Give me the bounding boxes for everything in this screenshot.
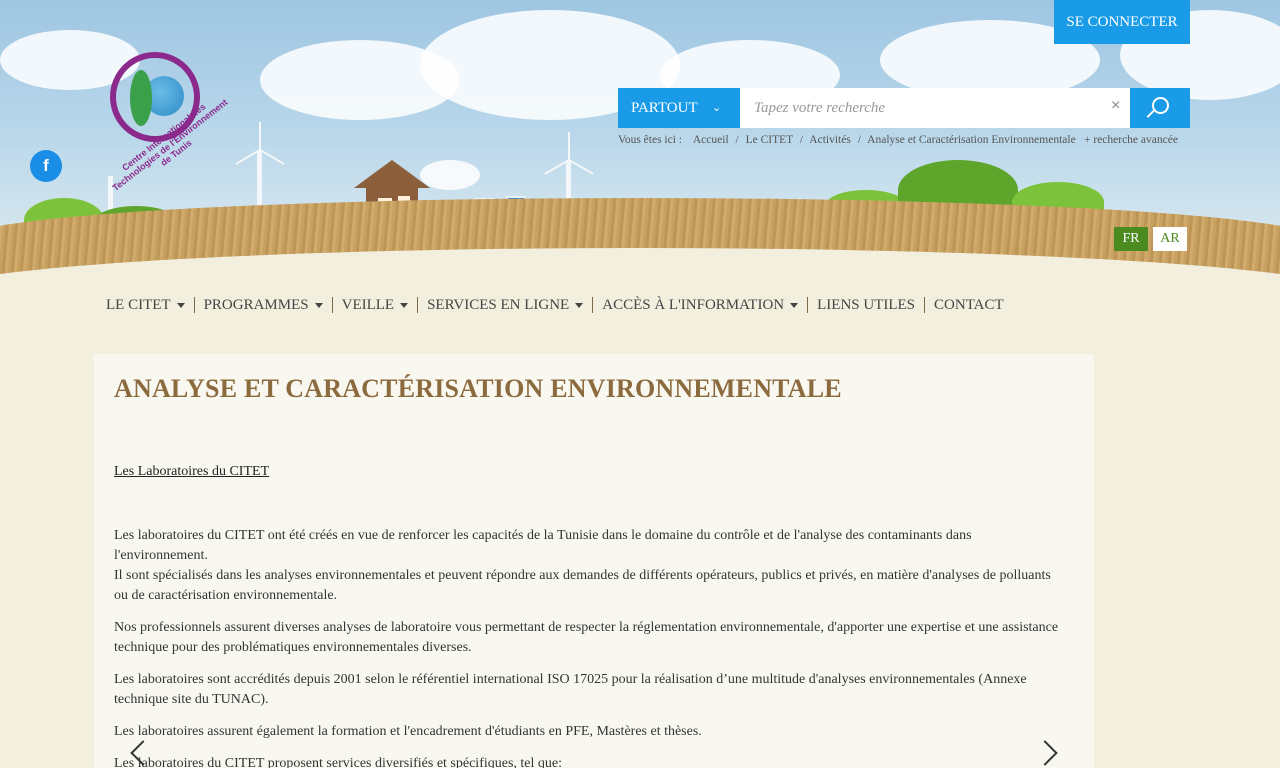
paragraph-intro: Les laboratoires du CITET ont été créés … <box>114 528 972 563</box>
nav-item-programmes[interactable]: PROGRAMMES <box>198 297 329 314</box>
search-icon <box>1152 97 1169 114</box>
breadcrumb-citet[interactable]: Le CITET <box>746 134 793 146</box>
nav-divider <box>193 297 195 313</box>
search-scope-label: PARTOUT <box>631 100 698 116</box>
section-subtitle: Les Laboratoires du CITET <box>114 464 270 479</box>
clear-search-icon[interactable]: × <box>1111 97 1120 115</box>
leaf-icon <box>130 70 152 126</box>
house-roof <box>354 160 430 188</box>
nav-divider <box>592 297 594 313</box>
breadcrumb-current: Analyse et Caractérisation Environnement… <box>867 134 1076 146</box>
breadcrumb: Vous êtes ici : Accueil / Le CITET / Act… <box>618 134 1076 146</box>
paragraph-accreditation: Les laboratoires sont accrédités depuis … <box>114 672 1027 707</box>
connect-button[interactable]: SE CONNECTER <box>1054 0 1190 44</box>
nav-item-services-en-ligne[interactable]: SERVICES EN LIGNE <box>421 297 589 314</box>
nav-item-acces-information[interactable]: ACCÈS À L'INFORMATION <box>596 297 804 314</box>
caret-down-icon <box>176 302 185 308</box>
nav-label: LIENS UTILES <box>817 296 916 313</box>
nav-label: CONTACT <box>934 296 1004 313</box>
caret-down-icon <box>790 302 799 308</box>
citet-logo[interactable]: Centre International des Technologies de… <box>96 26 244 193</box>
nav-item-liens-utiles[interactable]: LIENS UTILES <box>811 297 921 314</box>
main-nav: LE CITET PROGRAMMES VEILLE SERVICES EN L… <box>100 295 1010 315</box>
search-button[interactable] <box>1130 88 1190 128</box>
lang-fr-button[interactable]: FR <box>1114 227 1148 251</box>
nav-label: SERVICES EN LIGNE <box>427 296 570 313</box>
nav-label: PROGRAMMES <box>203 296 309 313</box>
paragraph-professionnels: Nos professionnels assurent diverses ana… <box>114 620 1059 655</box>
breadcrumb-home[interactable]: Accueil <box>693 134 729 146</box>
breadcrumb-prefix: Vous êtes ici : <box>618 134 682 146</box>
main-content: ANALYSE ET CARACTÉRISATION ENVIRONNEMENT… <box>94 354 1094 768</box>
paragraph-services: Les laboratoires du CITET proposent serv… <box>114 756 562 768</box>
breadcrumb-activites[interactable]: Activités <box>809 134 851 146</box>
page-title: ANALYSE ET CARACTÉRISATION ENVIRONNEMENT… <box>114 374 842 403</box>
caret-down-icon <box>575 302 584 308</box>
nav-divider <box>924 297 926 313</box>
nav-divider <box>417 297 419 313</box>
nav-divider <box>331 297 333 313</box>
advanced-search-link[interactable]: + recherche avancée <box>1084 134 1178 146</box>
nav-item-contact[interactable]: CONTACT <box>928 297 1010 314</box>
nav-label: ACCÈS À L'INFORMATION <box>602 296 785 313</box>
nav-label: LE CITET <box>106 296 171 313</box>
lang-ar-button[interactable]: AR <box>1153 227 1187 251</box>
nav-item-veille[interactable]: VEILLE <box>336 297 414 314</box>
paragraph-formation: Les laboratoires assurent également la f… <box>114 724 702 739</box>
chevron-down-icon: ⌄ <box>712 102 722 114</box>
caret-down-icon <box>400 302 409 308</box>
nav-divider <box>807 297 809 313</box>
search-scope-dropdown[interactable]: PARTOUT ⌄ <box>618 88 740 128</box>
caret-down-icon <box>314 302 323 308</box>
search-input[interactable] <box>740 88 1130 128</box>
nav-label: VEILLE <box>341 296 395 313</box>
search-bar: PARTOUT ⌄ <box>618 88 1190 128</box>
paragraph-specialisation: Il sont spécialisés dans les analyses en… <box>114 568 1051 603</box>
nav-item-le-citet[interactable]: LE CITET <box>100 297 191 314</box>
facebook-icon[interactable]: f <box>30 150 62 182</box>
